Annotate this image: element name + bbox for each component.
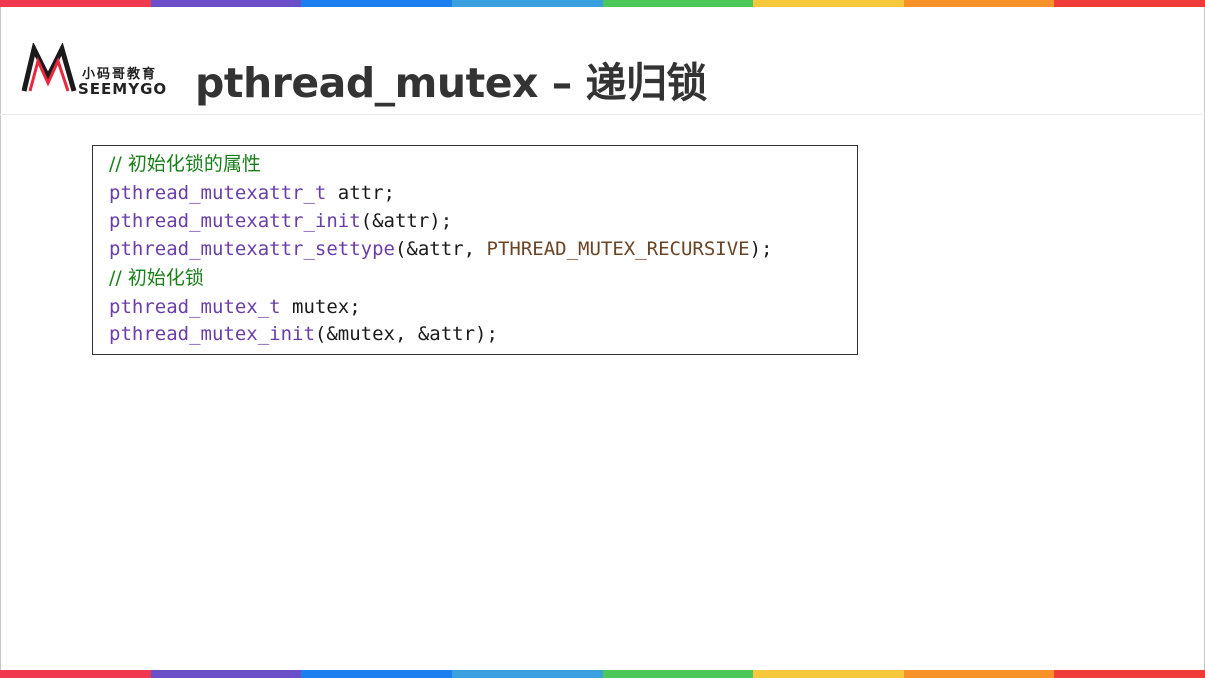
stripe-segment <box>1054 0 1205 7</box>
code-line: pthread_mutexattr_init(&attr); <box>109 209 452 233</box>
code-line: pthread_mutexattr_t attr; <box>109 181 395 205</box>
stripe-segment <box>0 0 151 7</box>
stripe-segment <box>753 670 904 678</box>
bottom-color-stripe <box>0 670 1205 678</box>
code-text: attr; <box>326 182 395 204</box>
stripe-segment <box>451 0 603 7</box>
code-line: // 初始化锁的属性 <box>109 152 261 176</box>
stripe-segment <box>602 0 754 7</box>
code-identifier: pthread_mutex_init <box>109 323 315 345</box>
code-text: (&attr, <box>394 238 487 260</box>
code-line: pthread_mutex_init(&mutex, &attr); <box>109 322 498 346</box>
code-comment: // 初始化锁 <box>109 267 204 289</box>
code-identifier: pthread_mutexattr_init <box>109 210 361 232</box>
code-identifier: pthread_mutexattr_settype <box>109 238 395 260</box>
code-line: pthread_mutex_t mutex; <box>109 295 361 319</box>
stripe-segment <box>903 670 1055 678</box>
seemygo-logo: 小码哥教育 SEEMYGO <box>20 43 180 103</box>
stripe-segment <box>150 0 302 7</box>
stripe-segment <box>753 0 904 7</box>
code-text: (&attr); <box>360 210 453 232</box>
code-line: // 初始化锁 <box>109 266 204 290</box>
stripe-segment <box>1054 670 1205 678</box>
slide-title: pthread_mutex – 递归锁 <box>195 59 708 107</box>
slide-header: 小码哥教育 SEEMYGO pthread_mutex – 递归锁 <box>0 7 1205 115</box>
code-text: (&mutex, &attr); <box>314 323 498 345</box>
stripe-segment <box>903 0 1055 7</box>
stripe-segment <box>451 670 603 678</box>
top-color-stripe <box>0 0 1205 7</box>
stripe-segment <box>602 670 754 678</box>
code-text: mutex; <box>280 296 361 318</box>
stripe-segment <box>301 0 452 7</box>
code-identifier: pthread_mutex_t <box>109 296 281 318</box>
code-block: // 初始化锁的属性 pthread_mutexattr_t attr; pthre… <box>92 145 858 355</box>
code-constant: PTHREAD_MUTEX_RECURSIVE <box>486 238 750 260</box>
stripe-segment <box>301 670 452 678</box>
code-identifier: pthread_mutexattr_t <box>109 182 327 204</box>
logo-en-text: SEEMYGO <box>78 80 168 98</box>
seemygo-m-logo-icon <box>21 43 77 92</box>
stripe-segment <box>150 670 302 678</box>
code-comment: // 初始化锁的属性 <box>109 153 261 175</box>
code-text: ); <box>749 238 773 260</box>
stripe-segment <box>0 670 151 678</box>
code-line: pthread_mutexattr_settype(&attr, PTHREAD… <box>109 237 773 261</box>
